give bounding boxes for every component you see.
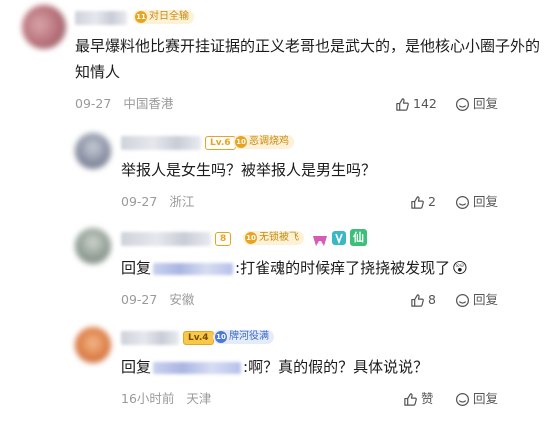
comment-text: 回复 :啊？真的假的？具体说说？: [121, 354, 428, 380]
like-count: 2: [428, 194, 436, 209]
thumbs-up-icon: [395, 97, 410, 112]
like-count: 8: [428, 292, 436, 307]
fan-badge[interactable]: 11 对日全输: [133, 10, 194, 24]
badge-level: 11: [135, 11, 147, 23]
comment-location: 安徽: [169, 292, 195, 307]
reply-button[interactable]: 回复: [455, 194, 498, 210]
reply-label: 回复: [473, 391, 499, 406]
comment-text-body: :啊？真的假的？具体说说？: [243, 358, 429, 376]
reply-button[interactable]: 回复: [455, 292, 498, 308]
comment-date: 09-27: [75, 96, 112, 111]
badge-level: 10: [235, 136, 247, 148]
reply-icon: [455, 293, 470, 308]
thumbs-up-icon: [410, 195, 425, 210]
comment-text: 最早爆料他比赛开挂证据的正义老哥也是武大的，是他核心小圈子外的 知情人: [75, 33, 545, 85]
like-count: 赞: [421, 391, 434, 406]
like-button[interactable]: 2: [410, 194, 436, 210]
level-badge: Lv.4: [183, 331, 214, 345]
medal-icon: [331, 230, 347, 250]
reply-label: 回复: [473, 194, 499, 209]
badge-text: 对日全输: [149, 11, 189, 22]
reply-icon: [455, 392, 470, 407]
comment-meta: 09-27 浙江: [121, 194, 194, 210]
level-badge: 8: [215, 232, 232, 246]
comment-location: 浙江: [169, 194, 195, 209]
reply-icon: [455, 97, 470, 112]
username[interactable]: [121, 331, 179, 345]
comment-date: 16小时前: [121, 391, 175, 406]
avatar[interactable]: [22, 5, 66, 49]
title-tag: 仙: [350, 229, 367, 246]
surprised-emoji-icon: 😲: [452, 259, 468, 277]
like-button[interactable]: 赞: [403, 391, 434, 407]
username[interactable]: [75, 11, 127, 25]
reply-button[interactable]: 回复: [455, 391, 498, 407]
comment-date: 09-27: [121, 194, 158, 209]
comment-text: 回复 :打雀魂的时候痒了挠挠被发现了 😲: [121, 255, 468, 281]
fan-badge[interactable]: 10 牌河役满: [213, 330, 274, 344]
fan-badge[interactable]: 10 恶调烧鸡: [233, 135, 294, 149]
badge-level: 10: [245, 232, 257, 244]
comment-location: 中国香港: [123, 96, 174, 111]
badge-text: 无锁被飞: [259, 232, 299, 243]
reply-label: 回复: [473, 292, 499, 307]
like-button[interactable]: 8: [410, 292, 436, 308]
mention-username[interactable]: [153, 262, 234, 275]
thumbs-up-icon: [410, 293, 425, 308]
reply-button[interactable]: 回复: [455, 96, 498, 112]
avatar[interactable]: [75, 327, 111, 363]
username[interactable]: [121, 232, 211, 246]
comment-date: 09-27: [121, 292, 158, 307]
comment-meta: 09-27 中国香港: [75, 96, 173, 112]
comment-meta: 16小时前 天津: [121, 391, 211, 407]
username[interactable]: [121, 136, 201, 150]
reply-prefix: 回复: [121, 259, 152, 277]
badge-text: 恶调烧鸡: [249, 136, 289, 147]
comment-text-line: 知情人: [75, 63, 121, 81]
level-badge: Lv.6: [205, 136, 236, 150]
fan-badge[interactable]: 10 无锁被飞: [243, 231, 304, 245]
comment-text-body: :打雀魂的时候痒了挠挠被发现了: [235, 259, 451, 277]
badge-level: 10: [215, 331, 227, 343]
thumbs-up-icon: [403, 392, 418, 407]
reply-label: 回复: [473, 96, 499, 111]
comment-text-line: 最早爆料他比赛开挂证据的正义老哥也是武大的，是他核心小圈子外的: [75, 37, 541, 55]
comment-meta: 09-27 安徽: [121, 292, 194, 308]
comment-text: 举报人是女生吗？被举报人是男生吗？: [121, 161, 377, 179]
mention-username[interactable]: [153, 361, 242, 374]
avatar[interactable]: [75, 228, 111, 264]
like-count: 142: [413, 96, 437, 111]
like-button[interactable]: 142: [395, 96, 437, 112]
avatar[interactable]: [75, 133, 111, 169]
badge-text: 牌河役满: [229, 331, 269, 342]
reply-icon: [455, 195, 470, 210]
pants-icon: [312, 232, 328, 251]
reply-prefix: 回复: [121, 358, 152, 376]
comment-location: 天津: [186, 391, 212, 406]
